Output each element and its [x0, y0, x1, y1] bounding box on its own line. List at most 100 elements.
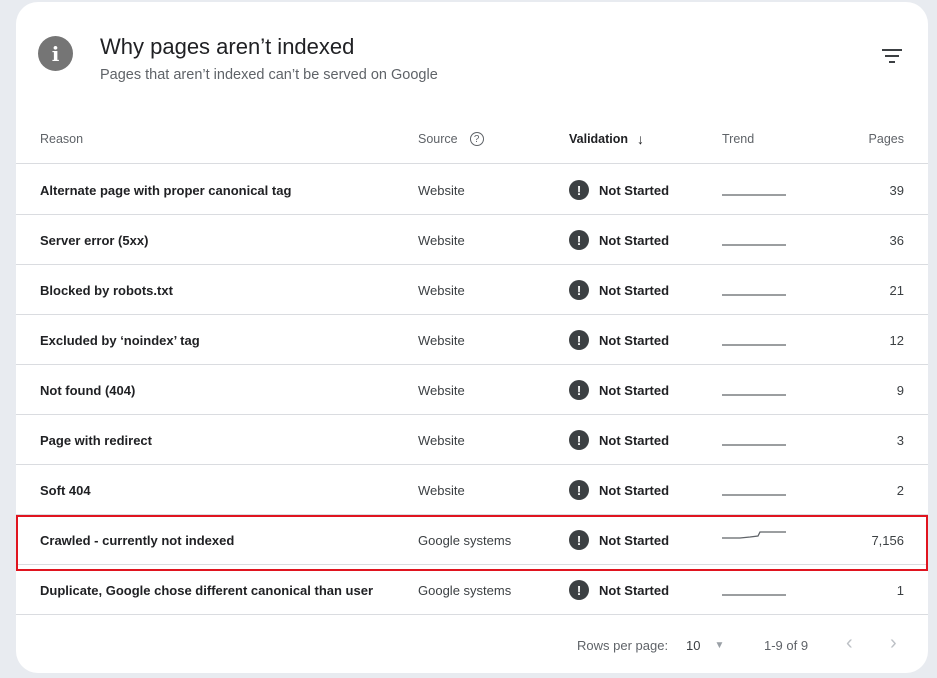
row-pages: 12	[889, 332, 904, 348]
table-row[interactable]: Soft 404 Website! Not Started 2	[16, 465, 928, 515]
row-validation: ! Not Started	[569, 565, 669, 615]
row-pages: 36	[889, 232, 904, 248]
row-validation: ! Not Started	[569, 365, 669, 415]
validation-status: Not Started	[599, 382, 670, 398]
sparkline-icon	[722, 294, 786, 296]
sparkline-icon	[722, 444, 786, 446]
trend-sparkline	[722, 315, 788, 365]
row-reason: Alternate page with proper canonical tag	[40, 182, 292, 198]
validation-status: Not Started	[599, 232, 670, 248]
row-source: Website	[418, 332, 465, 348]
column-source[interactable]: Source ?	[418, 114, 484, 164]
row-reason: Blocked by robots.txt	[40, 282, 173, 298]
chevron-left-icon[interactable]: ‹	[846, 632, 853, 655]
row-source: Website	[418, 382, 465, 398]
trend-sparkline	[722, 565, 788, 615]
rows-per-page-value: 10	[686, 637, 701, 653]
column-source-label: Source	[418, 132, 458, 146]
table-header: Reason Source ? Validation ↓ Trend Pages	[16, 114, 928, 164]
trend-sparkline	[722, 265, 788, 315]
row-pages: 9	[896, 382, 904, 398]
table-row[interactable]: Excluded by ‘noindex’ tag Website! Not Sta…	[16, 315, 928, 365]
sparkline-icon	[722, 531, 786, 539]
row-source: Website	[418, 282, 465, 298]
table-row[interactable]: Not found (404) Website! Not Started 9	[16, 365, 928, 415]
row-pages: 3	[896, 432, 904, 448]
row-validation: ! Not Started	[569, 215, 669, 265]
row-pages: 21	[889, 282, 904, 298]
trend-sparkline	[722, 165, 788, 215]
alert-icon: !	[569, 230, 589, 250]
alert-icon: !	[569, 330, 589, 350]
row-validation: ! Not Started	[569, 265, 669, 315]
table-row[interactable]: Duplicate, Google chose different canoni…	[16, 565, 928, 615]
alert-icon: !	[569, 480, 589, 500]
sparkline-icon	[722, 194, 786, 196]
column-validation-label: Validation	[569, 132, 629, 146]
arrow-down-icon[interactable]: ↓	[637, 131, 644, 147]
row-validation: ! Not Started	[569, 165, 669, 215]
help-circle-icon[interactable]: ?	[469, 132, 484, 146]
validation-status: Not Started	[599, 332, 670, 348]
row-validation: ! Not Started	[569, 315, 669, 365]
alert-icon: !	[569, 530, 589, 550]
row-pages: 2	[896, 482, 904, 498]
row-source: Website	[418, 232, 465, 248]
alert-icon: !	[569, 580, 589, 600]
validation-status: Not Started	[599, 582, 670, 598]
filter-icon[interactable]	[879, 44, 905, 68]
chevron-right-icon[interactable]: ›	[890, 632, 897, 655]
alert-icon: !	[569, 380, 589, 400]
row-source: Website	[418, 182, 465, 198]
validation-status: Not Started	[599, 182, 670, 198]
rows-per-page-label: Rows per page:	[577, 637, 669, 653]
row-source: Website	[418, 432, 465, 448]
alert-icon: !	[569, 430, 589, 450]
divider	[16, 614, 928, 615]
column-reason[interactable]: Reason	[40, 114, 83, 164]
row-validation: ! Not Started	[569, 465, 669, 515]
row-reason: Crawled - currently not indexed	[40, 532, 235, 548]
sparkline-icon	[722, 394, 786, 396]
column-pages[interactable]: Pages	[869, 114, 904, 164]
trend-sparkline	[722, 365, 788, 415]
pagination-range: 1-9 of 9	[764, 637, 809, 653]
sparkline-icon	[722, 244, 786, 246]
row-validation: ! Not Started	[569, 515, 669, 565]
sparkline-icon	[722, 594, 786, 596]
trend-sparkline	[722, 515, 788, 565]
row-source: Google systems	[418, 582, 512, 598]
table-row[interactable]: Server error (5xx) Website! Not Started 36	[16, 215, 928, 265]
chevron-down-icon: ▼	[714, 639, 725, 651]
row-pages: 1	[896, 582, 904, 598]
trend-sparkline	[722, 215, 788, 265]
sparkline-icon	[722, 344, 786, 346]
row-reason: Duplicate, Google chose different canoni…	[40, 582, 374, 598]
column-validation[interactable]: Validation ↓	[569, 114, 644, 164]
row-reason: Server error (5xx)	[40, 232, 149, 248]
table-row[interactable]: Page with redirect Website! Not Started 3	[16, 415, 928, 465]
row-validation: ! Not Started	[569, 415, 669, 465]
validation-status: Not Started	[599, 432, 670, 448]
table-row[interactable]: Alternate page with proper canonical tag…	[16, 165, 928, 215]
row-pages: 7,156	[871, 532, 904, 548]
alert-icon: !	[569, 280, 589, 300]
sparkline-icon	[722, 494, 786, 496]
trend-sparkline	[722, 415, 788, 465]
column-trend: Trend	[722, 132, 755, 146]
validation-status: Not Started	[599, 282, 670, 298]
page-subtitle: Pages that aren’t indexed can’t be serve…	[100, 67, 438, 83]
page-title: Why pages aren’t indexed	[100, 34, 355, 59]
table-row[interactable]: Blocked by robots.txt Website! Not Started…	[16, 265, 928, 315]
row-reason: Soft 404	[40, 482, 91, 498]
table-row[interactable]: Crawled - currently not indexed Google sy…	[16, 515, 928, 565]
row-reason: Not found (404)	[40, 382, 136, 398]
row-reason: Page with redirect	[40, 432, 152, 448]
rows-per-page-select[interactable]: 10 ▼	[686, 630, 724, 660]
row-source: Website	[418, 482, 465, 498]
validation-status: Not Started	[599, 482, 670, 498]
trend-sparkline	[722, 465, 788, 515]
row-pages: 39	[889, 182, 904, 198]
alert-icon: !	[569, 180, 589, 200]
row-reason: Excluded by ‘noindex’ tag	[40, 332, 200, 348]
